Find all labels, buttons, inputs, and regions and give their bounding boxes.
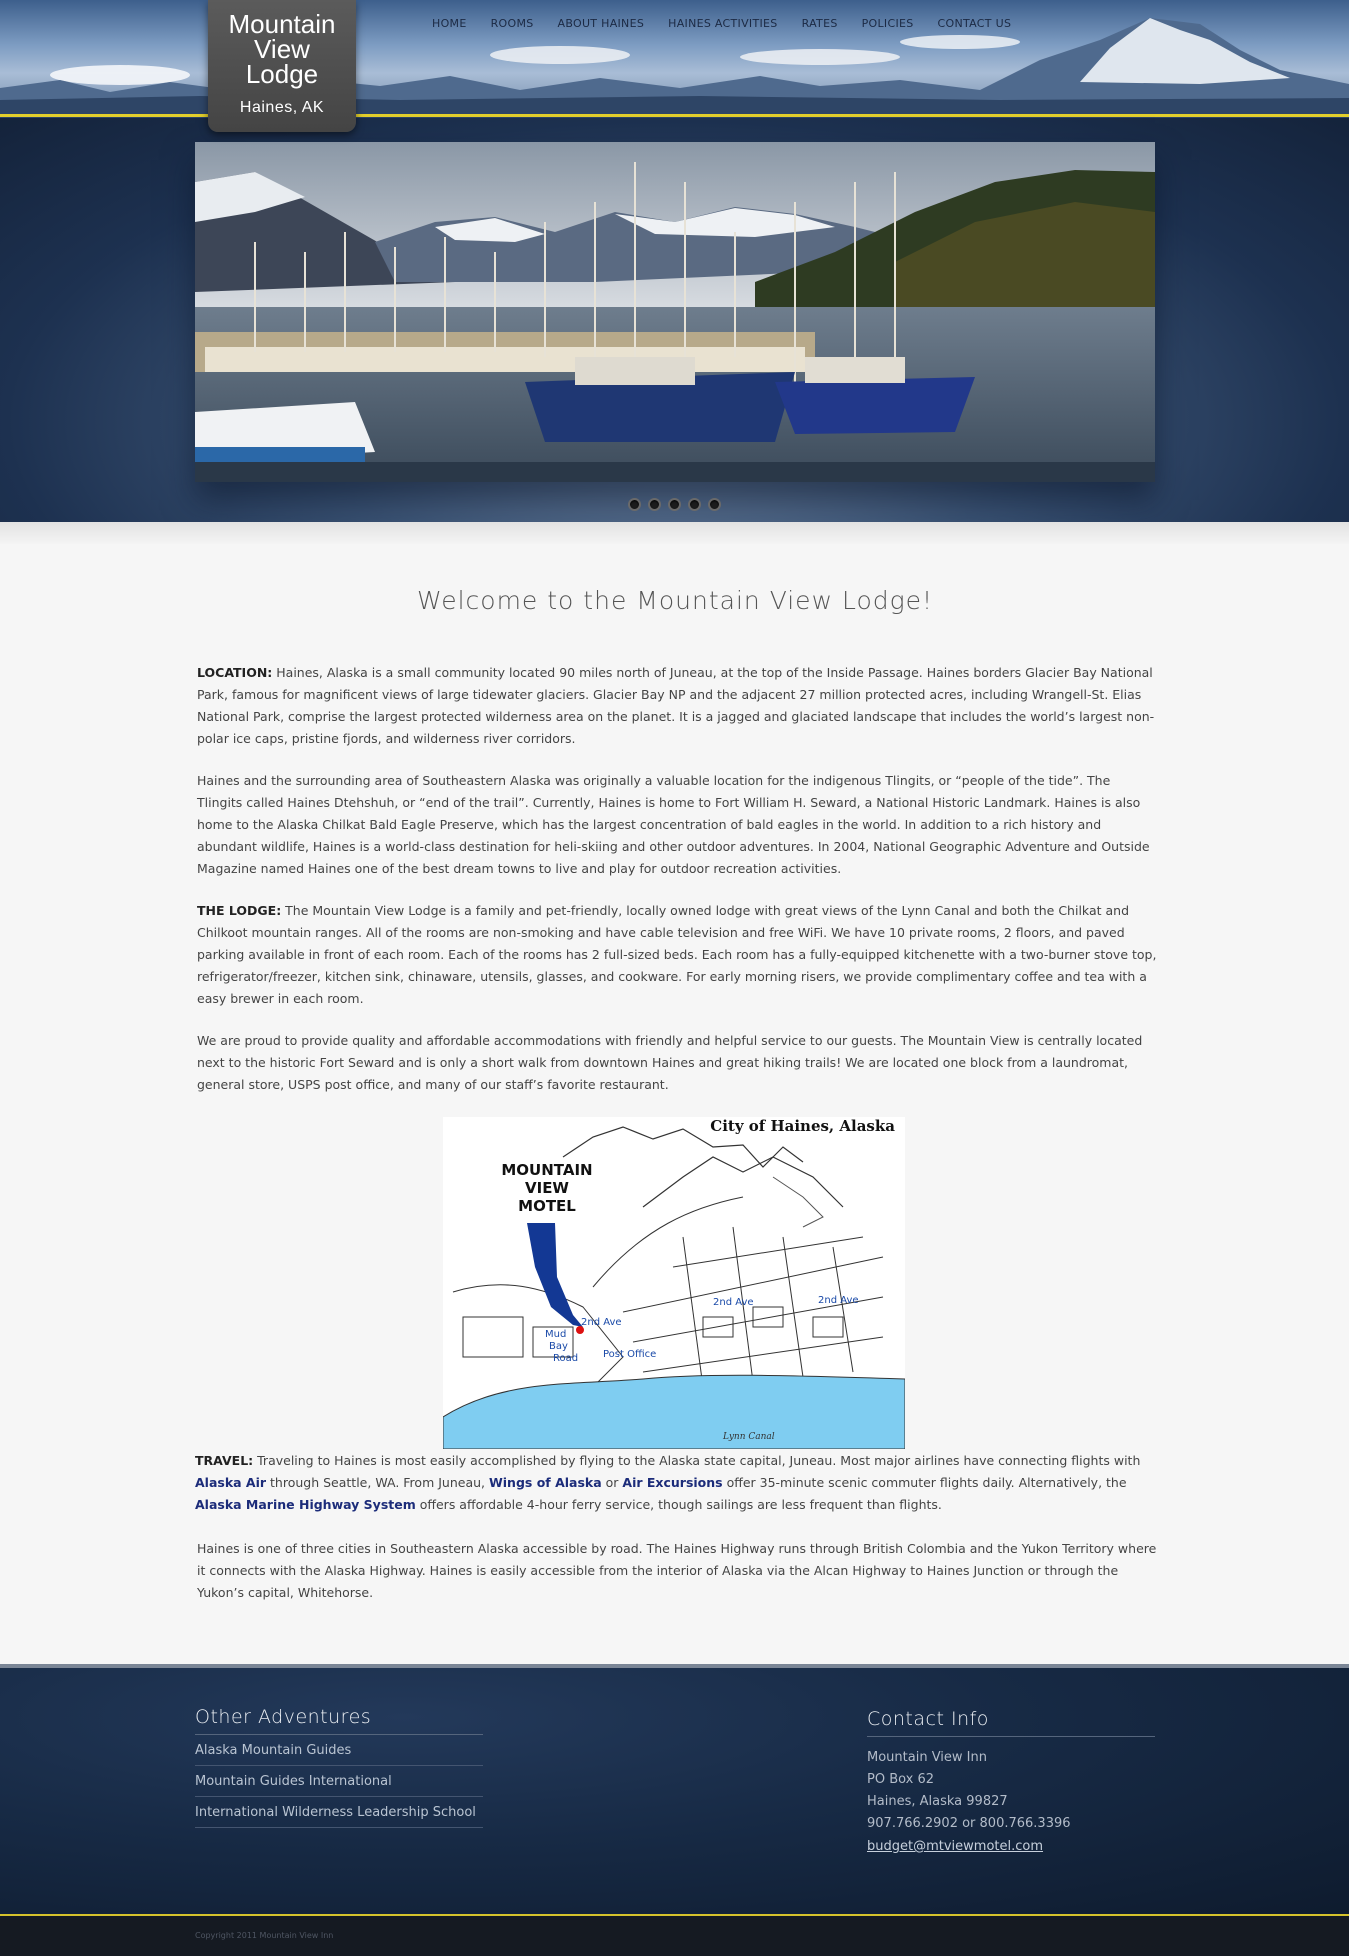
adventure-link[interactable]: Alaska Mountain Guides xyxy=(195,1735,483,1766)
other-adventures-heading: Other Adventures xyxy=(195,1706,483,1735)
contact-info-section: Contact Info Mountain View Inn PO Box 62… xyxy=(867,1708,1155,1858)
site-logo[interactable]: Mountain View Lodge Haines, AK xyxy=(208,0,356,132)
map-label-post-office: Post Office xyxy=(603,1349,656,1360)
map-label-2nd-ave: 2nd Ave xyxy=(713,1297,754,1308)
travel-paragraph: TRAVEL: Traveling to Haines is most easi… xyxy=(195,1450,1155,1516)
alaska-marine-highway-link[interactable]: Alaska Marine Highway System xyxy=(195,1497,416,1512)
map-label-road: Road xyxy=(553,1353,578,1364)
contact-city: Haines, Alaska 99827 xyxy=(867,1794,1008,1809)
nav-haines-activities[interactable]: HAINES ACTIVITIES xyxy=(668,17,777,30)
slider-dot[interactable] xyxy=(648,498,661,511)
page-title: Welcome to the Mountain View Lodge! xyxy=(416,586,934,615)
travel-text: offers affordable 4-hour ferry service, … xyxy=(415,1497,942,1512)
nav-contact-us[interactable]: CONTACT US xyxy=(938,17,1012,30)
service-paragraph: We are proud to provide quality and affo… xyxy=(197,1033,1143,1092)
nav-rates[interactable]: RATES xyxy=(802,17,838,30)
contact-name: Mountain View Inn xyxy=(867,1750,987,1765)
nav-rooms[interactable]: ROOMS xyxy=(491,17,534,30)
travel-text: Traveling to Haines is most easily accom… xyxy=(253,1453,1141,1468)
slider-dot[interactable] xyxy=(708,498,721,511)
band-shadow-strip xyxy=(0,522,1349,544)
contact-email-link[interactable]: budget@mtviewmotel.com xyxy=(867,1839,1043,1854)
travel-text: or xyxy=(601,1475,623,1490)
contact-info-heading: Contact Info xyxy=(867,1708,1155,1737)
slider-dot[interactable] xyxy=(668,498,681,511)
nav-about-haines[interactable]: ABOUT HAINES xyxy=(558,17,645,30)
air-excursions-link[interactable]: Air Excursions xyxy=(622,1475,722,1490)
main-nav: HOME ROOMS ABOUT HAINES HAINES ACTIVITIE… xyxy=(432,17,1035,30)
location-paragraph: LOCATION: Haines, Alaska is a small comm… xyxy=(197,662,1157,750)
map-label-lynn-canal: Lynn Canal xyxy=(722,1432,775,1442)
slider-dot[interactable] xyxy=(688,498,701,511)
nav-policies[interactable]: POLICIES xyxy=(862,17,914,30)
map-motel-line: MOTEL xyxy=(518,1197,576,1215)
map-label-2nd-ave: 2nd Ave xyxy=(818,1295,859,1306)
main-content: Welcome to the Mountain View Lodge! LOCA… xyxy=(195,572,1156,1600)
road-access-paragraph: Haines is one of three cities in Southea… xyxy=(197,1541,1157,1600)
logo-location: Haines, AK xyxy=(239,99,325,116)
location-label: LOCATION: xyxy=(197,665,273,680)
copyright-bar: Copyright 2011 Mountain View Inn xyxy=(0,1916,1349,1956)
history-paragraph: Haines and the surrounding area of South… xyxy=(197,773,1150,876)
wings-of-alaska-link[interactable]: Wings of Alaska xyxy=(489,1475,602,1490)
lodge-text: The Mountain View Lodge is a family and … xyxy=(197,903,1157,1006)
other-adventures-section: Other Adventures Alaska Mountain Guides … xyxy=(195,1706,483,1828)
lodge-paragraph: THE LODGE: The Mountain View Lodge is a … xyxy=(197,900,1157,1010)
travel-text: through Seattle, WA. From Juneau, xyxy=(266,1475,489,1490)
map-title: City of Haines, Alaska xyxy=(710,1117,895,1135)
contact-phone: 907.766.2902 or 800.766.3396 xyxy=(867,1816,1071,1831)
map-label-mud: Mud xyxy=(545,1329,566,1340)
adventure-link[interactable]: Mountain Guides International xyxy=(195,1766,483,1797)
haines-city-map: City of Haines, Alaska MOUNTAIN VIEW MOT… xyxy=(443,1117,905,1449)
alaska-air-link[interactable]: Alaska Air xyxy=(195,1475,266,1490)
nav-home[interactable]: HOME xyxy=(432,17,467,30)
map-label-2nd-ave: 2nd Ave xyxy=(581,1317,622,1328)
logo-line: Lodge xyxy=(245,59,319,89)
travel-label: TRAVEL: xyxy=(195,1453,254,1468)
slider-dot[interactable] xyxy=(628,498,641,511)
location-text: Haines, Alaska is a small community loca… xyxy=(197,665,1155,746)
harbor-slide-image xyxy=(195,142,1155,482)
adventure-link[interactable]: International Wilderness Leadership Scho… xyxy=(195,1797,483,1828)
header-accent-line xyxy=(0,114,1349,117)
map-motel-line: MOUNTAIN xyxy=(501,1161,592,1179)
slider-pagination xyxy=(628,498,721,511)
map-label-bay: Bay xyxy=(549,1341,568,1352)
contact-po-box: PO Box 62 xyxy=(867,1772,935,1787)
map-motel-line: VIEW xyxy=(525,1179,569,1197)
travel-text: offer 35-minute scenic commuter flights … xyxy=(722,1475,1127,1490)
copyright-text: Copyright 2011 Mountain View Inn xyxy=(195,1931,334,1940)
lodge-label: THE LODGE: xyxy=(197,903,282,918)
site-footer: Other Adventures Alaska Mountain Guides … xyxy=(0,1664,1349,1914)
